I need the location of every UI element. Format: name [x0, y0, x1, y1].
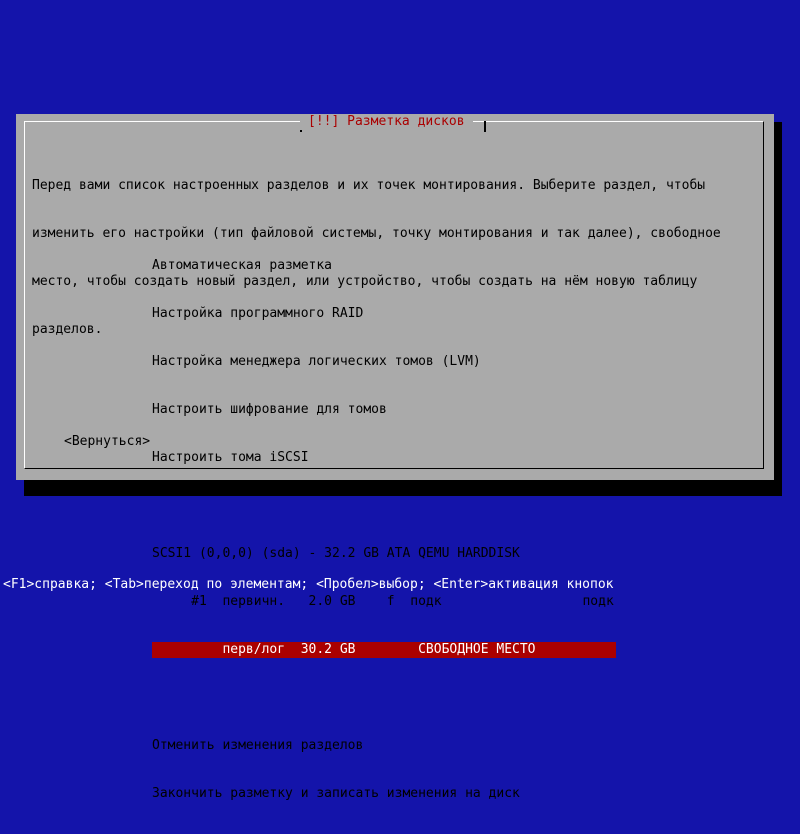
menu-spacer: [152, 498, 616, 514]
partition-dialog: [!!] Разметка дисков Перед вами список н…: [16, 114, 774, 801]
menu-item-auto-partition[interactable]: Автоматическая разметка: [152, 258, 616, 274]
title-right-bar: [484, 121, 486, 132]
partition-menu: Автоматическая разметка Настройка програ…: [152, 226, 616, 834]
menu-item-raid[interactable]: Настройка программного RAID: [152, 306, 616, 322]
dialog-title: [!!] Разметка дисков: [300, 114, 473, 130]
menu-item-partition-1[interactable]: #1 первичн. 2.0 GB f подк подк: [152, 594, 616, 610]
back-button[interactable]: <Вернуться>: [64, 434, 150, 450]
menu-item-disk[interactable]: SCSI1 (0,0,0) (sda) - 32.2 GB ATA QEMU H…: [152, 546, 616, 562]
intro-line: Перед вами список настроенных разделов и…: [32, 178, 706, 193]
menu-spacer: [152, 690, 616, 706]
menu-item-free-space[interactable]: перв/лог 30.2 GB СВОБОДНОЕ МЕСТО: [152, 642, 616, 658]
menu-item-undo[interactable]: Отменить изменения разделов: [152, 738, 616, 754]
menu-item-encryption[interactable]: Настроить шифрование для томов: [152, 402, 616, 418]
menu-item-lvm[interactable]: Настройка менеджера логических томов (LV…: [152, 354, 616, 370]
status-bar: <F1>справка; <Tab>переход по элементам; …: [3, 577, 614, 592]
menu-item-iscsi[interactable]: Настроить тома iSCSI: [152, 450, 616, 466]
menu-item-finish[interactable]: Закончить разметку и записать изменения …: [152, 786, 616, 802]
